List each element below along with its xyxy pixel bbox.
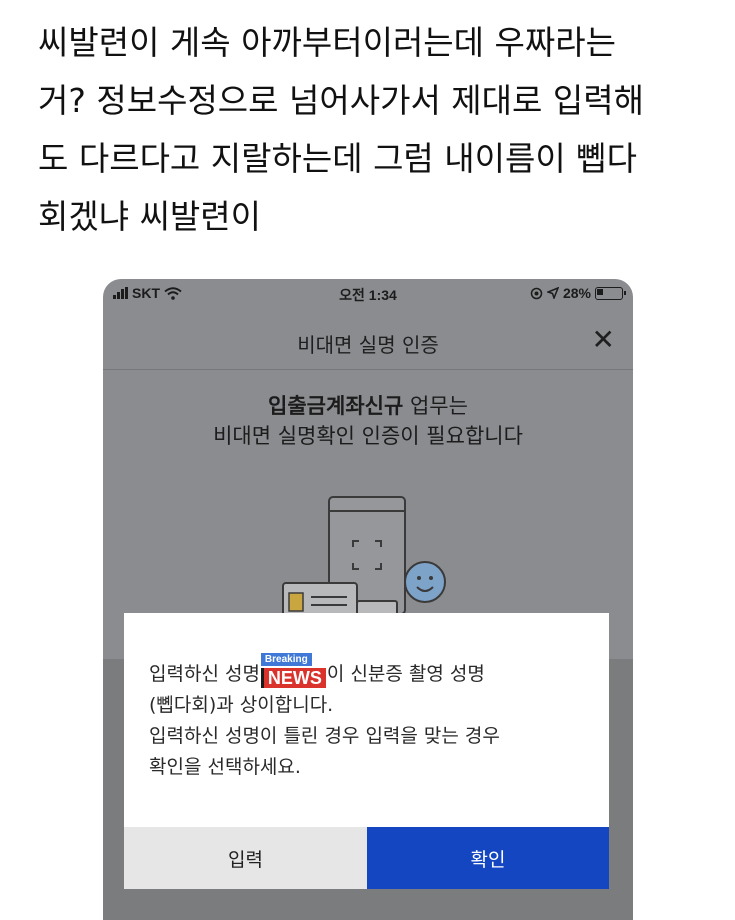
- headline-rest: 업무는: [403, 394, 468, 418]
- breaking-label: Breaking: [260, 653, 312, 666]
- dialog-message: 입력하신 성명 Breaking NEWS 이 신분증 촬영 성명 (뼵다회)과 상이…: [149, 653, 589, 783]
- dialog-line4: 확인을 선택하세요.: [149, 756, 301, 778]
- input-button[interactable]: 입력: [124, 827, 367, 889]
- headline: 입출금계좌신규 업무는 비대면 실명확인 인증이 필요합니다: [103, 391, 633, 451]
- phone-id-illustration: [282, 496, 446, 614]
- phone-screenshot: SKT 오전 1:34 28% 비대면 실명 인증 ✕ 입출금계좌신규 업무는 …: [103, 279, 633, 920]
- battery-percent: 28%: [562, 285, 591, 301]
- alert-dialog: 입력하신 성명 Breaking NEWS 이 신분증 촬영 성명 (뼵다회)과 상이…: [124, 613, 609, 889]
- dialog-line3: 입력하신 성명이 틀린 경우 입력을 맞는 경우: [149, 725, 500, 747]
- dialog-line2: (뼵다회)과 상이합니다.: [149, 694, 334, 716]
- headline-line2: 비대면 실명확인 인증이 필요합니다: [213, 424, 523, 448]
- orientation-lock-icon: [530, 287, 543, 299]
- news-label: NEWS: [267, 668, 322, 688]
- breaking-news-badge: Breaking NEWS: [260, 653, 326, 688]
- headline-line1: 입출금계좌신규 업무는: [103, 391, 633, 421]
- confirm-button[interactable]: 확인: [367, 827, 609, 889]
- dialog-line1-end: 이 신분증 촬영 성명: [326, 663, 485, 685]
- page-header: 비대면 실명 인증 ✕: [103, 317, 633, 370]
- page-title: 비대면 실명 인증: [297, 333, 439, 357]
- status-bar: SKT 오전 1:34 28%: [103, 279, 633, 309]
- headline-bold: 입출금계좌신규: [268, 394, 404, 418]
- dialog-line1: 입력하신 성명 Breaking NEWS 이 신분증 촬영 성명: [149, 653, 589, 690]
- location-arrow-icon: [546, 287, 559, 299]
- battery-icon: [595, 286, 626, 300]
- close-button[interactable]: ✕: [592, 323, 615, 356]
- status-right: 28%: [530, 285, 626, 301]
- dialog-line1-start: 입력하신 성명: [149, 663, 260, 685]
- post-text: 씨발련이 게속 아까부터이러는데 우짜라는 거? 정보수정으로 넘어사가서 제대…: [38, 23, 644, 236]
- dialog-button-row: 입력 확인: [124, 827, 609, 889]
